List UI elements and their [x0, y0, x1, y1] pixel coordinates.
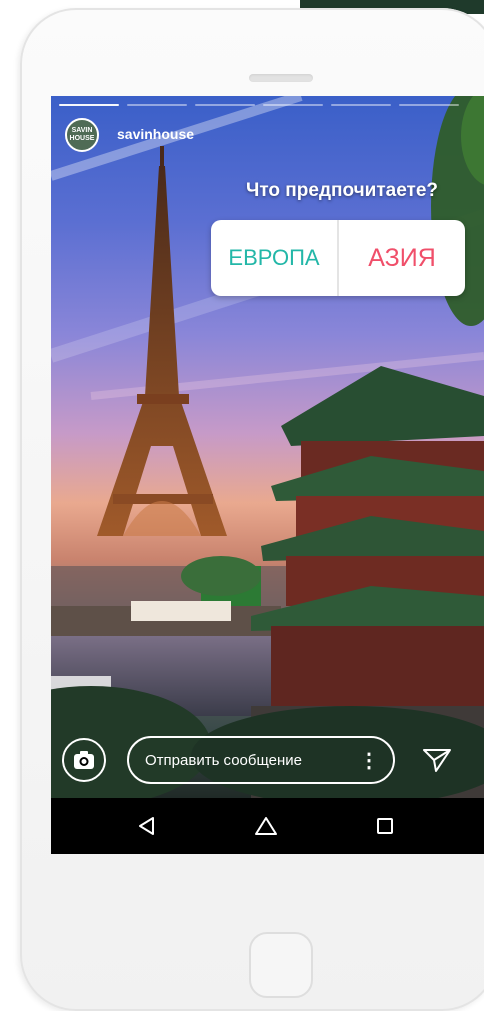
- avatar-text-line1: SAVIN: [71, 127, 93, 134]
- avatar[interactable]: SAVIN HOUSE: [65, 118, 99, 152]
- back-button[interactable]: [129, 808, 165, 844]
- system-navigation-bar: [51, 798, 484, 854]
- phone-screen: SAVIN HOUSE savinhouse Что предпочитаете…: [51, 96, 484, 854]
- camera-icon: [74, 751, 94, 769]
- message-input-placeholder: Отправить сообщение: [145, 751, 303, 769]
- home-icon: [255, 817, 277, 835]
- story-progress-segment: [195, 104, 255, 106]
- poll-question: Что предпочитаете?: [246, 180, 438, 201]
- phone-speaker: [249, 74, 313, 82]
- poll-option-asia[interactable]: АЗИЯ: [339, 220, 465, 296]
- story-progress-segment: [331, 104, 391, 106]
- back-triangle-icon: [139, 817, 154, 835]
- story-progress-segment: [399, 104, 459, 106]
- story-view[interactable]: SAVIN HOUSE savinhouse Что предпочитаете…: [51, 96, 484, 798]
- home-button[interactable]: [248, 808, 284, 844]
- send-button[interactable]: [419, 742, 455, 778]
- phone-home-button[interactable]: [249, 932, 313, 998]
- send-icon: [423, 749, 451, 772]
- story-progress-segment: [127, 104, 187, 106]
- story-progress-segment: [263, 104, 323, 106]
- story-progress-segment: [59, 104, 119, 106]
- recents-button[interactable]: [367, 808, 403, 844]
- recents-square-icon: [377, 818, 393, 834]
- poll-sticker: ЕВРОПА АЗИЯ: [211, 220, 465, 296]
- camera-button[interactable]: [62, 738, 106, 782]
- message-input[interactable]: Отправить сообщение ⋮: [127, 736, 395, 784]
- story-username[interactable]: savinhouse: [117, 126, 194, 142]
- more-vertical-icon[interactable]: ⋮: [357, 748, 381, 773]
- avatar-text-line2: HOUSE: [69, 135, 95, 142]
- poll-option-europe[interactable]: ЕВРОПА: [211, 220, 339, 296]
